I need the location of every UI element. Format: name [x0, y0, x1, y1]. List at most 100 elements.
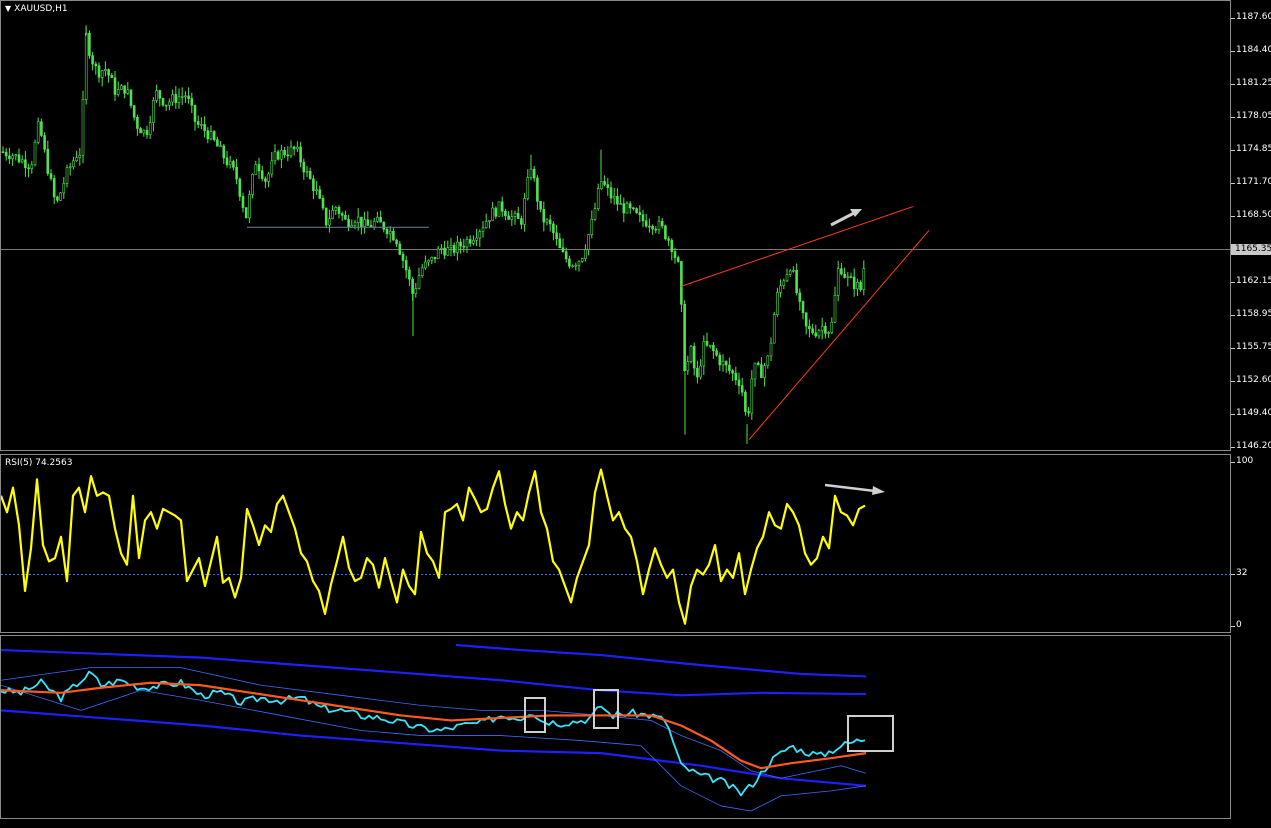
fast-line[interactable] — [1, 670, 866, 797]
candle-body — [510, 216, 514, 220]
candle-body — [299, 146, 302, 163]
candle-body — [312, 178, 315, 191]
candle-body — [88, 33, 91, 56]
candle-body — [331, 210, 334, 220]
price-axis[interactable]: 1187.60 1184.40 1181.25 1178.05 1174.85 1171.… — [1231, 0, 1271, 828]
slow-line[interactable] — [1, 681, 867, 770]
candle-body — [596, 188, 600, 209]
candle-body — [731, 370, 734, 374]
candle-body — [376, 216, 379, 222]
candle-body — [814, 332, 818, 337]
candle-body — [408, 269, 411, 280]
candle-body — [776, 292, 779, 315]
bollinger-pane[interactable] — [0, 635, 1231, 819]
candle-body — [152, 100, 155, 124]
candle-body — [526, 177, 530, 199]
price-tick-mark — [1231, 150, 1235, 152]
symbol-label: ▼ XAUUSD,H1 — [5, 4, 68, 14]
price-tick-label: 1152.60 — [1236, 374, 1271, 385]
candle-body — [756, 362, 760, 365]
candle-body — [372, 221, 376, 228]
candle-body — [539, 201, 542, 210]
candle-body — [123, 85, 126, 94]
candle-body — [280, 149, 283, 160]
price-chart[interactable] — [1, 1, 1231, 451]
candle-body — [363, 219, 366, 227]
bollinger-chart[interactable] — [1, 636, 1231, 819]
candle-body — [392, 230, 395, 241]
rsi-tick-label: 0 — [1236, 620, 1242, 630]
candle-body — [472, 239, 475, 244]
candle-body — [340, 213, 344, 216]
candle-body — [795, 269, 798, 294]
candle-body — [177, 96, 181, 103]
candle-body — [11, 155, 14, 159]
candle-body — [609, 187, 613, 199]
rsi-line[interactable] — [1, 468, 866, 625]
price-tick-mark — [1231, 413, 1235, 415]
price-pane[interactable]: ▼ XAUUSD,H1 — [0, 0, 1231, 451]
candle-body — [488, 220, 491, 222]
candle-body — [232, 161, 235, 168]
candle-body — [459, 241, 462, 247]
wedge-lower-trendline[interactable] — [748, 230, 930, 441]
candle-body — [753, 362, 757, 380]
candle-body — [212, 131, 216, 141]
candle-body — [155, 90, 158, 101]
candle-body — [504, 210, 507, 217]
candle-body — [110, 75, 114, 78]
candle-body — [452, 245, 456, 253]
candle-body — [379, 216, 382, 223]
bb-outer-lower-line[interactable] — [1, 709, 867, 787]
highlight-box-2[interactable] — [593, 689, 619, 729]
candle-body — [411, 278, 414, 294]
candle-body — [462, 245, 466, 248]
candle-body — [593, 208, 597, 220]
candle-body — [318, 189, 322, 199]
dropdown-triangle-icon[interactable]: ▼ — [5, 4, 11, 13]
rsi-pane[interactable]: RSI(5) 74.2563 — [0, 454, 1231, 633]
candle-body — [193, 105, 197, 122]
bb-outer-upper-line[interactable] — [1, 648, 867, 697]
candle-body — [75, 157, 78, 162]
highlight-box-3[interactable] — [847, 715, 894, 752]
candle-body — [635, 208, 638, 213]
candle-body — [305, 170, 309, 173]
candle-body — [100, 70, 104, 78]
candle-body — [580, 258, 584, 262]
candle-body — [209, 131, 213, 140]
price-tick-mark — [1231, 83, 1235, 85]
candle-body — [292, 146, 296, 150]
candle-body — [219, 145, 222, 148]
candle-body — [856, 282, 859, 290]
candle-body — [446, 247, 450, 256]
candle-body — [72, 160, 75, 168]
candle-body — [33, 141, 37, 166]
bb-outer-upper-right-line[interactable] — [455, 643, 867, 678]
bb-inner-lower-line[interactable] — [1, 684, 867, 812]
candle-body — [641, 214, 645, 222]
time-axis[interactable] — [0, 819, 1231, 828]
candle-body — [846, 276, 850, 278]
candle-body — [702, 341, 706, 367]
candle-body — [628, 203, 632, 209]
candle-body — [852, 276, 856, 290]
candle-body — [673, 251, 677, 258]
candle-body — [401, 253, 405, 261]
up-arrow-icon[interactable] — [830, 209, 862, 227]
rsi-chart[interactable] — [1, 455, 1231, 633]
candle-body — [27, 167, 30, 170]
candle-body — [625, 203, 629, 214]
price-tick-mark — [1231, 348, 1235, 350]
candle-body — [718, 354, 722, 366]
candle-body — [30, 164, 34, 169]
price-tick-mark — [1231, 281, 1235, 283]
price-tick-mark — [1231, 380, 1235, 382]
candle-body — [433, 256, 437, 260]
candle-body — [494, 207, 498, 217]
right-arrow-icon[interactable] — [824, 483, 885, 495]
candle-body — [187, 95, 190, 99]
candle-body — [536, 177, 539, 202]
candle-body — [612, 196, 616, 199]
candle-body — [308, 170, 312, 180]
